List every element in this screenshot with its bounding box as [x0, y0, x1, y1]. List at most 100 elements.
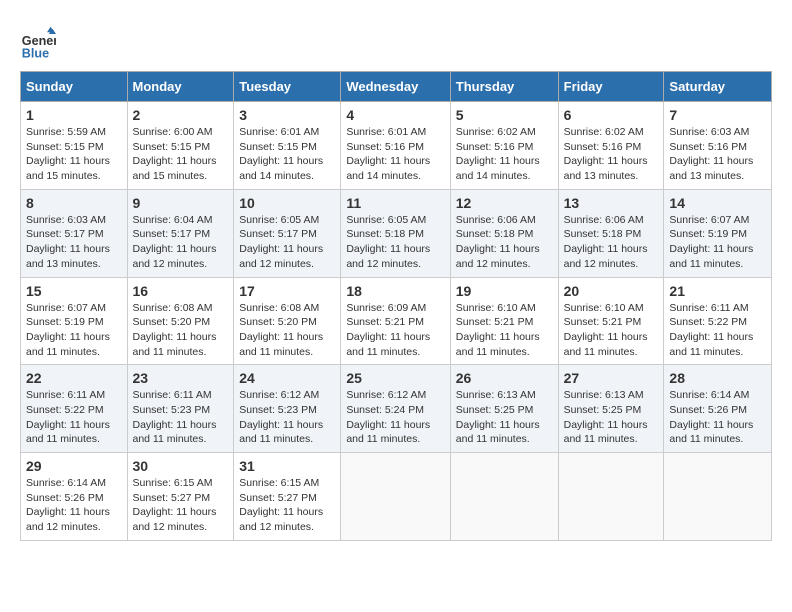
- day-number: 7: [669, 107, 766, 123]
- calendar-day-cell: 10Sunrise: 6:05 AM Sunset: 5:17 PM Dayli…: [234, 189, 341, 277]
- calendar-day-cell: 24 Sunrise: 6:12 AM Sunset: 5:23 PM Dayli…: [234, 365, 341, 453]
- calendar-day-cell: 27 Sunrise: 6:13 AM Sunset: 5:25 PM Dayli…: [558, 365, 664, 453]
- calendar-day-cell: 28Sunrise: 6:14 AM Sunset: 5:26 PM Dayli…: [664, 365, 772, 453]
- calendar-week-row: 15 Sunrise: 6:07 AM Sunset: 5:19 PM Dayli…: [21, 277, 772, 365]
- day-number: 29: [26, 458, 122, 474]
- day-info: Sunrise: 6:04 AM Sunset: 5:17 PM Dayligh…: [133, 213, 229, 272]
- calendar-empty-cell: [450, 453, 558, 541]
- day-number: 25: [346, 370, 444, 386]
- day-number: 4: [346, 107, 444, 123]
- day-number: 31: [239, 458, 335, 474]
- calendar-week-row: 8 Sunrise: 6:03 AM Sunset: 5:17 PM Daylig…: [21, 189, 772, 277]
- day-number: 22: [26, 370, 122, 386]
- day-info: Sunrise: 6:08 AM Sunset: 5:20 PM Dayligh…: [133, 301, 229, 360]
- day-info: Sunrise: 6:11 AM Sunset: 5:22 PM Dayligh…: [26, 388, 122, 447]
- calendar-empty-cell: [341, 453, 450, 541]
- calendar-day-cell: 9 Sunrise: 6:04 AM Sunset: 5:17 PM Daylig…: [127, 189, 234, 277]
- day-info: Sunrise: 6:15 AM Sunset: 5:27 PM Dayligh…: [133, 476, 229, 535]
- day-info: Sunrise: 6:05 AM Sunset: 5:17 PM Dayligh…: [239, 213, 335, 272]
- day-info: Sunrise: 6:15 AM Sunset: 5:27 PM Dayligh…: [239, 476, 335, 535]
- calendar-day-cell: 13 Sunrise: 6:06 AM Sunset: 5:18 PM Dayli…: [558, 189, 664, 277]
- day-info: Sunrise: 6:02 AM Sunset: 5:16 PM Dayligh…: [564, 125, 659, 184]
- day-number: 9: [133, 195, 229, 211]
- calendar-header-thursday: Thursday: [450, 72, 558, 102]
- day-number: 15: [26, 283, 122, 299]
- day-number: 19: [456, 283, 553, 299]
- day-info: Sunrise: 6:07 AM Sunset: 5:19 PM Dayligh…: [26, 301, 122, 360]
- day-info: Sunrise: 6:10 AM Sunset: 5:21 PM Dayligh…: [564, 301, 659, 360]
- calendar-day-cell: 22 Sunrise: 6:11 AM Sunset: 5:22 PM Dayli…: [21, 365, 128, 453]
- day-number: 13: [564, 195, 659, 211]
- day-info: Sunrise: 6:10 AM Sunset: 5:21 PM Dayligh…: [456, 301, 553, 360]
- day-info: Sunrise: 6:03 AM Sunset: 5:17 PM Dayligh…: [26, 213, 122, 272]
- day-number: 6: [564, 107, 659, 123]
- calendar-day-cell: 1Sunrise: 5:59 AM Sunset: 5:15 PM Daylig…: [21, 102, 128, 190]
- day-number: 14: [669, 195, 766, 211]
- calendar-day-cell: 21 Sunrise: 6:11 AM Sunset: 5:22 PM Dayli…: [664, 277, 772, 365]
- day-number: 11: [346, 195, 444, 211]
- calendar-header-row: SundayMondayTuesdayWednesdayThursdayFrid…: [21, 72, 772, 102]
- day-info: Sunrise: 6:11 AM Sunset: 5:23 PM Dayligh…: [133, 388, 229, 447]
- day-number: 3: [239, 107, 335, 123]
- calendar-day-cell: 26 Sunrise: 6:13 AM Sunset: 5:25 PM Dayli…: [450, 365, 558, 453]
- calendar-day-cell: 14 Sunrise: 6:07 AM Sunset: 5:19 PM Dayli…: [664, 189, 772, 277]
- day-number: 12: [456, 195, 553, 211]
- day-number: 28: [669, 370, 766, 386]
- logo: General Blue: [20, 25, 60, 61]
- calendar-day-cell: 31 Sunrise: 6:15 AM Sunset: 5:27 PM Dayli…: [234, 453, 341, 541]
- day-number: 5: [456, 107, 553, 123]
- calendar-day-cell: 29 Sunrise: 6:14 AM Sunset: 5:26 PM Dayli…: [21, 453, 128, 541]
- calendar-day-cell: 25Sunrise: 6:12 AM Sunset: 5:24 PM Dayli…: [341, 365, 450, 453]
- calendar-empty-cell: [664, 453, 772, 541]
- day-number: 27: [564, 370, 659, 386]
- day-number: 1: [26, 107, 122, 123]
- calendar-header-monday: Monday: [127, 72, 234, 102]
- day-info: Sunrise: 6:13 AM Sunset: 5:25 PM Dayligh…: [564, 388, 659, 447]
- day-info: Sunrise: 6:14 AM Sunset: 5:26 PM Dayligh…: [26, 476, 122, 535]
- day-info: Sunrise: 6:07 AM Sunset: 5:19 PM Dayligh…: [669, 213, 766, 272]
- day-number: 17: [239, 283, 335, 299]
- day-number: 24: [239, 370, 335, 386]
- day-info: Sunrise: 6:06 AM Sunset: 5:18 PM Dayligh…: [564, 213, 659, 272]
- day-number: 8: [26, 195, 122, 211]
- calendar-day-cell: 7 Sunrise: 6:03 AM Sunset: 5:16 PM Daylig…: [664, 102, 772, 190]
- day-number: 30: [133, 458, 229, 474]
- day-info: Sunrise: 6:13 AM Sunset: 5:25 PM Dayligh…: [456, 388, 553, 447]
- calendar-header-friday: Friday: [558, 72, 664, 102]
- day-info: Sunrise: 6:01 AM Sunset: 5:16 PM Dayligh…: [346, 125, 444, 184]
- day-number: 26: [456, 370, 553, 386]
- day-info: Sunrise: 6:12 AM Sunset: 5:23 PM Dayligh…: [239, 388, 335, 447]
- calendar-day-cell: 12 Sunrise: 6:06 AM Sunset: 5:18 PM Dayli…: [450, 189, 558, 277]
- calendar-empty-cell: [558, 453, 664, 541]
- calendar-day-cell: 18 Sunrise: 6:09 AM Sunset: 5:21 PM Dayli…: [341, 277, 450, 365]
- calendar-day-cell: 4 Sunrise: 6:01 AM Sunset: 5:16 PM Daylig…: [341, 102, 450, 190]
- calendar-header-saturday: Saturday: [664, 72, 772, 102]
- day-number: 16: [133, 283, 229, 299]
- calendar-day-cell: 16 Sunrise: 6:08 AM Sunset: 5:20 PM Dayli…: [127, 277, 234, 365]
- calendar-day-cell: 11 Sunrise: 6:05 AM Sunset: 5:18 PM Dayli…: [341, 189, 450, 277]
- day-info: Sunrise: 6:05 AM Sunset: 5:18 PM Dayligh…: [346, 213, 444, 272]
- day-info: Sunrise: 6:03 AM Sunset: 5:16 PM Dayligh…: [669, 125, 766, 184]
- calendar-day-cell: 30 Sunrise: 6:15 AM Sunset: 5:27 PM Dayli…: [127, 453, 234, 541]
- day-number: 21: [669, 283, 766, 299]
- day-info: Sunrise: 6:08 AM Sunset: 5:20 PM Dayligh…: [239, 301, 335, 360]
- calendar-day-cell: 23Sunrise: 6:11 AM Sunset: 5:23 PM Dayli…: [127, 365, 234, 453]
- logo-icon: General Blue: [20, 25, 56, 61]
- calendar-day-cell: 15 Sunrise: 6:07 AM Sunset: 5:19 PM Dayli…: [21, 277, 128, 365]
- calendar-day-cell: 5 Sunrise: 6:02 AM Sunset: 5:16 PM Daylig…: [450, 102, 558, 190]
- day-info: Sunrise: 6:09 AM Sunset: 5:21 PM Dayligh…: [346, 301, 444, 360]
- calendar-day-cell: 3 Sunrise: 6:01 AM Sunset: 5:15 PM Daylig…: [234, 102, 341, 190]
- calendar-day-cell: 8 Sunrise: 6:03 AM Sunset: 5:17 PM Daylig…: [21, 189, 128, 277]
- calendar-week-row: 22 Sunrise: 6:11 AM Sunset: 5:22 PM Dayli…: [21, 365, 772, 453]
- calendar-day-cell: 19 Sunrise: 6:10 AM Sunset: 5:21 PM Dayli…: [450, 277, 558, 365]
- calendar-header-sunday: Sunday: [21, 72, 128, 102]
- day-info: Sunrise: 6:02 AM Sunset: 5:16 PM Dayligh…: [456, 125, 553, 184]
- day-info: Sunrise: 6:06 AM Sunset: 5:18 PM Dayligh…: [456, 213, 553, 272]
- svg-text:Blue: Blue: [22, 46, 49, 60]
- day-number: 18: [346, 283, 444, 299]
- day-info: Sunrise: 6:11 AM Sunset: 5:22 PM Dayligh…: [669, 301, 766, 360]
- day-info: Sunrise: 6:01 AM Sunset: 5:15 PM Dayligh…: [239, 125, 335, 184]
- calendar-table: SundayMondayTuesdayWednesdayThursdayFrid…: [20, 71, 772, 541]
- calendar-header-tuesday: Tuesday: [234, 72, 341, 102]
- page-header: General Blue: [20, 20, 772, 61]
